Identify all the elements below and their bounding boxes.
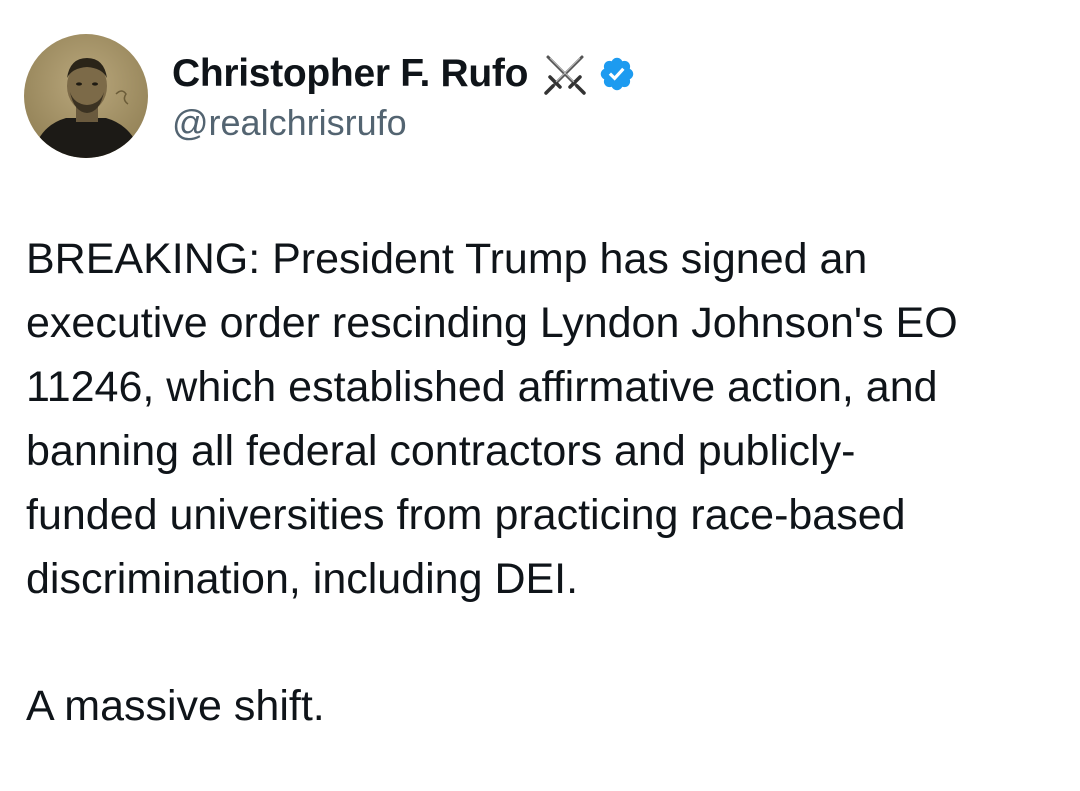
verified-badge-icon[interactable] [598,55,636,93]
author-handle[interactable]: @realchrisrufo [172,102,636,144]
tweet-line: banning all federal contractors and publ… [26,427,856,475]
display-name[interactable]: Christopher F. Rufo [172,52,528,96]
avatar[interactable] [24,34,148,158]
tweet-closing-line: A massive shift. [26,682,325,730]
crossed-swords-icon [540,51,590,97]
tweet-body: BREAKING: President Trump has signed an … [26,227,1066,611]
tweet-line: executive order rescinding Lyndon Johnso… [26,299,958,347]
tweet-card: Christopher F. Rufo @realchrisrufo BREAK… [0,0,1080,791]
tweet-line: funded universities from practicing race… [26,491,906,539]
tweet-line: 11246, which established affirmative act… [26,363,938,411]
tweet-header: Christopher F. Rufo @realchrisrufo [24,34,636,158]
profile-photo [24,34,148,158]
author-identity: Christopher F. Rufo @realchrisrufo [172,48,636,144]
tweet-line: discrimination, including DEI. [26,555,579,603]
tweet-line: BREAKING: President Trump has signed an [26,235,868,283]
name-row: Christopher F. Rufo [172,48,636,100]
